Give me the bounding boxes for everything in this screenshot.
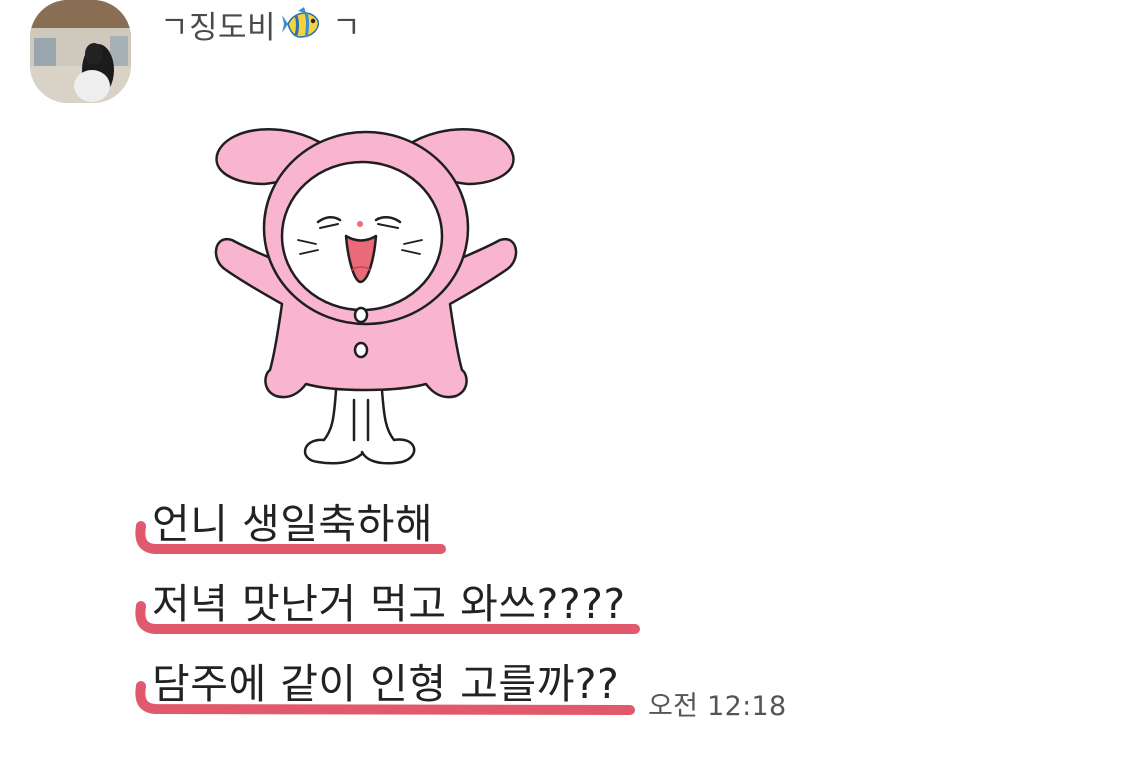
message-bubble[interactable]: 담주에 같이 인형 고를까??: [135, 656, 642, 726]
tropical-fish-icon: [282, 7, 324, 41]
sender-name-prefix: ㄱ징도비: [160, 9, 277, 46]
message-text: 담주에 같이 인형 고를까??: [152, 660, 620, 708]
profile-avatar[interactable]: [30, 0, 131, 103]
message-text: 저녁 맛난거 먹고 와쓰????: [152, 580, 626, 628]
bunny-sticker[interactable]: [206, 100, 526, 472]
message-bubble[interactable]: 언니 생일축하해: [135, 496, 455, 566]
message-timestamp: 오전 12:18: [648, 691, 787, 722]
sender-name-suffix: ㄱ: [332, 9, 362, 46]
message-bubble[interactable]: 저녁 맛난거 먹고 와쓰????: [135, 576, 647, 646]
sender-name: ㄱ징도비 ㄱ: [160, 4, 362, 46]
message-text: 언니 생일축하해: [152, 500, 434, 548]
